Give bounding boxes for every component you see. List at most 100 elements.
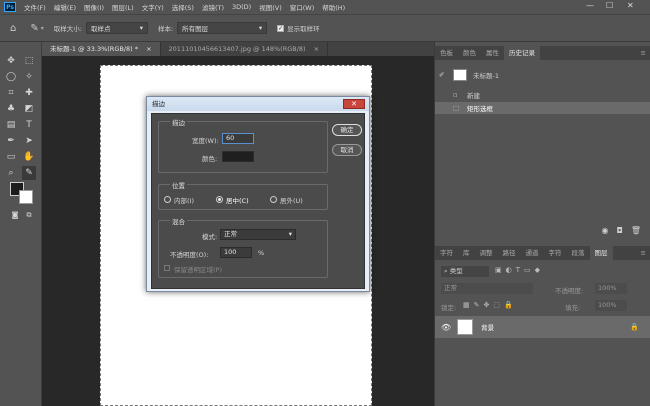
tab-character-2[interactable]: 字符 bbox=[544, 246, 567, 260]
eyedropper-tool-icon[interactable]: ✎ bbox=[22, 166, 36, 180]
quick-mask-icon[interactable]: ◙ bbox=[8, 208, 22, 222]
eyedropper-tool-icon[interactable]: ✎ bbox=[30, 23, 38, 34]
menu-select[interactable]: 选择(S) bbox=[172, 2, 194, 12]
panel-menu-icon[interactable]: ≡ bbox=[636, 46, 650, 60]
mode-select[interactable]: 正常 ▾ bbox=[220, 229, 296, 240]
preserve-transparency-checkbox[interactable] bbox=[164, 265, 170, 271]
eraser-tool-icon[interactable]: ◩ bbox=[22, 102, 36, 116]
minimize-icon[interactable]: — bbox=[586, 1, 594, 10]
close-icon[interactable]: ✕ bbox=[627, 1, 634, 10]
cancel-button[interactable]: 取消 bbox=[332, 144, 362, 156]
new-doc-icon: ▫ bbox=[453, 91, 458, 99]
menu-3d[interactable]: 3D(D) bbox=[232, 3, 251, 11]
right-panels: 色板 颜色 属性 历史记录 ≡ ✐ 未标题-1 ▫ 新建 ⬚ 矩形选框 ◉ ◘ … bbox=[434, 42, 650, 406]
sample-size-label: 取样大小: bbox=[53, 25, 82, 33]
percent-label: % bbox=[258, 249, 265, 257]
mode-value: 正常 bbox=[224, 230, 237, 238]
show-ring-checkbox[interactable]: ✓ bbox=[277, 24, 285, 32]
marquee-icon: ⬚ bbox=[453, 104, 460, 112]
tab-document-2[interactable]: 20111010456613407.jpg @ 148%(RGB/8) × bbox=[161, 42, 329, 56]
layer-filter-icons[interactable]: ▣◐T▭◆ bbox=[495, 266, 544, 274]
layers-panel-tabs: 字符 库 调整 路径 通道 字符 段落 图层 ≡ bbox=[435, 246, 650, 260]
fill-value[interactable]: 100% bbox=[595, 300, 627, 311]
outside-label: 居外(U) bbox=[280, 197, 303, 205]
sample-size-select[interactable]: 取样点 ▾ bbox=[85, 22, 148, 34]
close-icon[interactable]: × bbox=[314, 45, 319, 53]
eye-icon[interactable]: 👁 bbox=[441, 323, 451, 332]
tab-library[interactable]: 库 bbox=[458, 246, 475, 260]
tool-preset-chevron-icon[interactable]: ▾ bbox=[41, 25, 44, 32]
history-item[interactable]: ▫ 新建 bbox=[435, 89, 650, 101]
blend-mode-select[interactable]: 正常 bbox=[441, 283, 533, 294]
zoom-tool-icon[interactable]: ⌕ bbox=[4, 166, 18, 180]
center-radio[interactable] bbox=[216, 196, 223, 203]
gradient-tool-icon[interactable]: ▤ bbox=[4, 118, 18, 132]
home-icon[interactable]: ⌂ bbox=[10, 23, 16, 34]
close-icon[interactable]: ✕ bbox=[343, 99, 365, 109]
blend-mode-value: 正常 bbox=[444, 284, 457, 292]
menu-filter[interactable]: 滤镜(T) bbox=[202, 2, 224, 12]
history-item[interactable]: ⬚ 矩形选框 bbox=[435, 102, 650, 114]
lasso-tool-icon[interactable]: ◯ bbox=[4, 70, 18, 84]
type-tool-icon[interactable]: T bbox=[22, 118, 36, 132]
tab-paths[interactable]: 路径 bbox=[498, 246, 521, 260]
layer-filter-select[interactable]: ⌕ 类型 bbox=[441, 266, 489, 277]
stroke-group bbox=[158, 121, 328, 173]
tab-properties[interactable]: 属性 bbox=[481, 46, 504, 60]
ok-button[interactable]: 确定 bbox=[332, 124, 362, 136]
close-icon[interactable]: × bbox=[146, 45, 151, 53]
menu-image[interactable]: 图像(I) bbox=[84, 2, 104, 12]
healing-tool-icon[interactable]: ✚ bbox=[22, 86, 36, 100]
tab-paragraph[interactable]: 段落 bbox=[567, 246, 590, 260]
marquee-tool-icon[interactable]: ⬚ bbox=[22, 54, 36, 68]
screen-mode-icon[interactable]: ⧉ bbox=[22, 208, 36, 222]
menu-file[interactable]: 文件(F) bbox=[24, 2, 46, 12]
tab-color[interactable]: 颜色 bbox=[458, 46, 481, 60]
background-color-swatch[interactable] bbox=[19, 190, 33, 204]
preserve-transparency-label: 保留透明区域(P) bbox=[174, 266, 222, 274]
history-footer: ◉ ◘ 🗑 bbox=[435, 226, 650, 238]
layer-row-background[interactable]: 👁 背景 🔒 bbox=[435, 316, 650, 338]
layer-thumbnail bbox=[457, 319, 474, 335]
menu-edit[interactable]: 编辑(E) bbox=[54, 2, 76, 12]
snapshot-label: 未标题-1 bbox=[473, 72, 499, 80]
tab-layers[interactable]: 图层 bbox=[589, 246, 613, 260]
stroke-color-swatch[interactable] bbox=[222, 151, 254, 162]
tab-document-1[interactable]: 未标题-1 @ 33.3%(RGB/8) * × bbox=[42, 42, 161, 56]
menu-view[interactable]: 视图(V) bbox=[259, 2, 282, 12]
stamp-tool-icon[interactable]: ♣ bbox=[4, 102, 18, 116]
tab-document-1-label: 未标题-1 @ 33.3%(RGB/8) * bbox=[50, 45, 138, 53]
menu-help[interactable]: 帮助(H) bbox=[322, 2, 345, 12]
hand-tool-icon[interactable]: ✋ bbox=[22, 150, 36, 164]
show-ring-label: 显示取样环 bbox=[287, 25, 320, 33]
menu-layer[interactable]: 图层(L) bbox=[112, 2, 134, 12]
crop-tool-icon[interactable]: ⌗ bbox=[4, 86, 18, 100]
opacity-value[interactable]: 100% bbox=[595, 283, 627, 294]
shape-tool-icon[interactable]: ▭ bbox=[4, 150, 18, 164]
new-snapshot-icon[interactable]: ◉ bbox=[602, 226, 609, 238]
pen-tool-icon[interactable]: ✒ bbox=[4, 134, 18, 148]
path-select-tool-icon[interactable]: ➤ bbox=[22, 134, 36, 148]
inside-radio[interactable] bbox=[164, 196, 171, 203]
tab-adjustments[interactable]: 调整 bbox=[475, 246, 498, 260]
menu-type[interactable]: 文字(Y) bbox=[142, 2, 164, 12]
tab-history[interactable]: 历史记录 bbox=[504, 46, 540, 60]
tab-channels[interactable]: 通道 bbox=[521, 246, 544, 260]
history-snapshot[interactable]: ✐ 未标题-1 bbox=[435, 68, 650, 82]
lock-icons[interactable]: ▦✎✥⬚🔒 bbox=[463, 301, 517, 309]
quick-select-tool-icon[interactable]: ✧ bbox=[22, 70, 36, 84]
sample-select[interactable]: 所有图层 ▾ bbox=[177, 22, 268, 34]
move-tool-icon[interactable]: ✥ bbox=[4, 54, 18, 68]
trash-icon[interactable]: 🗑 bbox=[631, 226, 641, 238]
mode-label: 模式: bbox=[202, 233, 218, 241]
camera-icon[interactable]: ◘ bbox=[617, 226, 623, 238]
document-tabs: 未标题-1 @ 33.3%(RGB/8) * × 201110104566134… bbox=[42, 42, 434, 56]
width-input[interactable]: 60 bbox=[222, 133, 254, 144]
outside-radio[interactable] bbox=[270, 196, 277, 203]
tab-character[interactable]: 字符 bbox=[435, 246, 458, 260]
menu-window[interactable]: 窗口(W) bbox=[290, 2, 315, 12]
tab-swatches[interactable]: 色板 bbox=[435, 46, 458, 60]
panel-menu-icon[interactable]: ≡ bbox=[636, 246, 650, 260]
maximize-icon[interactable]: ☐ bbox=[606, 1, 613, 10]
opacity-input[interactable]: 100 bbox=[220, 247, 252, 258]
